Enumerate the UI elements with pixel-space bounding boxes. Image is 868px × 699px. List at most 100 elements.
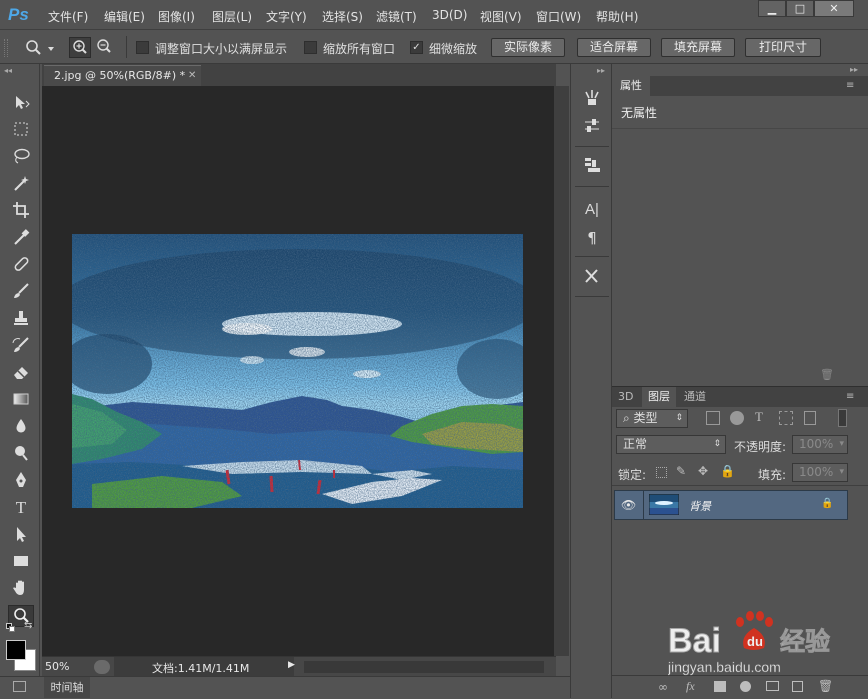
crop-tool[interactable] [8, 200, 34, 222]
clone-stamp-tool[interactable] [8, 308, 34, 330]
lasso-tool[interactable] [8, 146, 34, 168]
actual-pixels-button[interactable]: 实际像素 [491, 38, 565, 57]
tool-presets-icon[interactable] [581, 266, 603, 290]
fit-screen-button[interactable]: 适合屏幕 [577, 38, 651, 57]
status-preview-icon[interactable] [94, 660, 110, 674]
filter-type-icon[interactable]: T [755, 409, 763, 425]
layer-row[interactable]: 👁 背景 🔒 [614, 490, 848, 520]
eraser-tool[interactable] [8, 362, 34, 384]
menu-3d[interactable]: 3D(D) [432, 8, 467, 22]
canvas-vertical-scrollbar[interactable] [554, 86, 569, 656]
lock-pixels-brush-icon[interactable]: ✎ [676, 464, 686, 478]
default-colors-icon[interactable] [6, 623, 16, 633]
lock-transparent-icon[interactable] [656, 467, 667, 478]
zoom-level-field[interactable]: 50% [45, 660, 69, 673]
collapse-tools-icon[interactable]: ◂◂ [4, 66, 36, 75]
scrubby-zoom-label: 细微缩放 [429, 42, 478, 56]
menu-help[interactable]: 帮助(H) [596, 8, 638, 25]
properties-trash-icon[interactable]: 🗑 [820, 368, 834, 381]
menu-select[interactable]: 选择(S) [322, 8, 363, 25]
lock-position-icon[interactable]: ✥ [698, 464, 708, 478]
eyedropper-icon [14, 229, 30, 245]
timeline-panel-icon[interactable] [13, 681, 26, 692]
healing-brush-tool[interactable] [8, 254, 34, 276]
eyedropper-tool[interactable] [8, 227, 34, 249]
foreground-color-swatch[interactable] [6, 640, 26, 660]
hand-tool[interactable] [8, 578, 34, 600]
options-bar: 调整窗口大小以满屏显示 缩放所有窗口 ✓ 细微缩放 实际像素 适合屏幕 填充屏幕… [0, 31, 868, 64]
tab-properties[interactable]: 属性 [612, 76, 650, 96]
layer-filter-select[interactable]: ⌕ 类型 ⇕ [616, 409, 688, 428]
adjustments-icon[interactable] [581, 88, 603, 112]
path-selection-tool[interactable] [8, 524, 34, 546]
document-image[interactable] [72, 234, 523, 508]
lock-all-icon[interactable]: 🔒 [720, 464, 735, 478]
scrubby-zoom-checkbox[interactable]: ✓ [410, 41, 423, 54]
history-brush-tool[interactable] [8, 335, 34, 357]
blur-tool[interactable] [8, 416, 34, 438]
marquee-tool[interactable] [8, 119, 34, 141]
menu-view[interactable]: 视图(V) [480, 8, 522, 25]
layer-filter-label: 类型 [633, 411, 658, 425]
filter-smart-object-icon[interactable] [804, 411, 816, 425]
zoom-out-button[interactable] [94, 37, 116, 58]
paragraph-panel-icon[interactable]: ¶ [581, 226, 603, 250]
menu-layer[interactable]: 图层(L) [212, 8, 252, 25]
tab-3d[interactable]: 3D [612, 387, 639, 407]
rectangle-tool[interactable] [8, 551, 34, 573]
resize-windows-checkbox[interactable] [136, 41, 149, 54]
type-tool[interactable]: T [8, 497, 34, 519]
filter-adjustment-icon[interactable] [730, 411, 744, 425]
menu-window[interactable]: 窗口(W) [536, 8, 581, 25]
opacity-label: 不透明度: [734, 440, 787, 454]
filter-shape-icon[interactable] [779, 411, 793, 425]
dodge-tool[interactable] [8, 443, 34, 465]
brush-tool[interactable] [8, 281, 34, 303]
zoom-all-windows-checkbox[interactable] [304, 41, 317, 54]
canvas-horizontal-scrollbar[interactable] [304, 661, 544, 673]
link-layers-icon[interactable]: ∞ [658, 680, 668, 694]
close-window-button[interactable]: ✕ [814, 0, 854, 17]
close-tab-icon[interactable]: ✕ [188, 66, 196, 86]
menu-image[interactable]: 图像(I) [158, 8, 195, 25]
magic-wand-tool[interactable] [8, 173, 34, 195]
print-size-button[interactable]: 打印尺寸 [745, 38, 821, 57]
restore-button[interactable]: □ [786, 0, 814, 17]
tab-channels[interactable]: 通道 [678, 387, 712, 407]
gradient-tool[interactable] [8, 389, 34, 411]
layer-name[interactable]: 背景 [689, 498, 711, 514]
collapse-strip-icon[interactable]: ▸▸ [597, 66, 605, 75]
tool-preset-picker[interactable] [22, 37, 56, 59]
layer-visibility-eye-icon[interactable]: 👁 [621, 498, 636, 512]
properties-menu-icon[interactable]: ≡ [846, 80, 854, 91]
menu-type[interactable]: 文字(Y) [266, 8, 307, 25]
pen-tool[interactable] [8, 470, 34, 492]
filter-pixel-icon[interactable] [706, 411, 720, 425]
fill-field[interactable]: 100% ▾ [792, 463, 848, 482]
zoom-in-button[interactable] [69, 37, 91, 58]
menu-filter[interactable]: 滤镜(T) [376, 8, 417, 25]
sliders-icon[interactable] [581, 116, 603, 140]
document-tab[interactable]: 2.jpg @ 50%(RGB/8#) * ✕ [44, 65, 201, 86]
rectangle-shape-icon [14, 556, 28, 566]
tab-layers[interactable]: 图层 [642, 387, 676, 407]
fill-screen-button[interactable]: 填充屏幕 [661, 38, 735, 57]
no-properties-text: 无属性 [621, 106, 658, 120]
swap-colors-icon[interactable]: ⇆ [24, 620, 32, 631]
menu-file[interactable]: 文件(F) [48, 8, 88, 25]
minimize-button[interactable]: ▁ [758, 0, 786, 17]
menu-edit[interactable]: 编辑(E) [104, 8, 145, 25]
filter-toggle-switch[interactable] [838, 409, 847, 427]
timeline-tab[interactable]: 时间轴 [44, 677, 90, 698]
layers-menu-icon[interactable]: ≡ [846, 391, 854, 402]
collapse-panels-icon[interactable]: ▸▸ [850, 65, 858, 74]
status-menu-arrow-icon[interactable]: ▶ [288, 660, 295, 670]
move-tool[interactable] [8, 92, 34, 114]
clone-source-icon[interactable] [581, 156, 603, 180]
blend-mode-select[interactable]: 正常 ⇕ [616, 435, 726, 454]
zoom-all-windows-label: 缩放所有窗口 [323, 42, 396, 56]
opacity-field[interactable]: 100% ▾ [792, 435, 848, 454]
status-bar: 50% 文档:1.41M/1.41M ▶ [42, 656, 556, 676]
pen-icon [16, 472, 26, 487]
character-panel-icon[interactable]: A| [581, 198, 603, 222]
